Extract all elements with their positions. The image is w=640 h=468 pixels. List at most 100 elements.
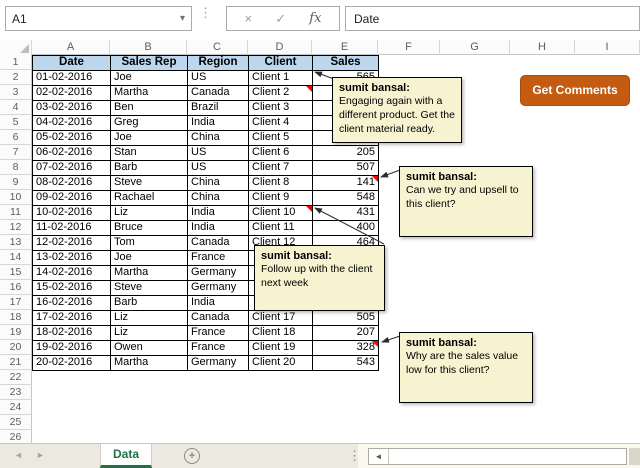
cell-C15[interactable]: Germany [188, 266, 249, 281]
cell-D12[interactable]: Client 11 [249, 221, 313, 236]
cell-D4[interactable]: Client 3 [249, 101, 313, 116]
cell-C3[interactable]: Canada [188, 86, 249, 101]
row-header-22[interactable]: 22 [0, 370, 32, 385]
cell-E21[interactable]: 543 [313, 356, 379, 371]
cell-D9[interactable]: Client 8 [249, 176, 313, 191]
name-box-dropdown-icon[interactable]: ▾ [180, 13, 185, 24]
cell-B19[interactable]: Liz [111, 326, 188, 341]
cell-B21[interactable]: Martha [111, 356, 188, 371]
cell-B3[interactable]: Martha [111, 86, 188, 101]
row-header-7[interactable]: 7 [0, 145, 32, 160]
cell-B14[interactable]: Joe [111, 251, 188, 266]
row-header-25[interactable]: 25 [0, 415, 32, 430]
cell-D2[interactable]: Client 1 [249, 71, 313, 86]
cell-C13[interactable]: Canada [188, 236, 249, 251]
cell-E19[interactable]: 207 [313, 326, 379, 341]
cell-A9[interactable]: 08-02-2016 [33, 176, 111, 191]
cell-A21[interactable]: 20-02-2016 [33, 356, 111, 371]
cell-D19[interactable]: Client 18 [249, 326, 313, 341]
cell-C7[interactable]: US [188, 146, 249, 161]
cell-C14[interactable]: France [188, 251, 249, 266]
cell-A3[interactable]: 02-02-2016 [33, 86, 111, 101]
cell-A12[interactable]: 11-02-2016 [33, 221, 111, 236]
cell-B8[interactable]: Barb [111, 161, 188, 176]
row-header-8[interactable]: 8 [0, 160, 32, 175]
cell-D5[interactable]: Client 4 [249, 116, 313, 131]
cell-D10[interactable]: Client 9 [249, 191, 313, 206]
row-header-20[interactable]: 20 [0, 340, 32, 355]
cell-A7[interactable]: 06-02-2016 [33, 146, 111, 161]
header-cell-sales[interactable]: Sales [313, 56, 379, 71]
insert-function-icon[interactable]: fx [309, 11, 321, 26]
cell-D11[interactable]: Client 10 [249, 206, 313, 221]
cell-D8[interactable]: Client 7 [249, 161, 313, 176]
prev-sheet-icon[interactable]: ◄ [14, 450, 23, 460]
row-header-2[interactable]: 2 [0, 70, 32, 85]
cell-A11[interactable]: 10-02-2016 [33, 206, 111, 221]
cell-E9[interactable]: 141 [313, 176, 379, 191]
cell-B16[interactable]: Steve [111, 281, 188, 296]
cell-D20[interactable]: Client 19 [249, 341, 313, 356]
cell-C12[interactable]: India [188, 221, 249, 236]
row-header-19[interactable]: 19 [0, 325, 32, 340]
select-all-corner[interactable] [0, 40, 32, 55]
column-header-E[interactable]: E [312, 40, 378, 55]
cell-B10[interactable]: Rachael [111, 191, 188, 206]
cell-C20[interactable]: France [188, 341, 249, 356]
add-sheet-icon[interactable]: + [184, 448, 200, 464]
cell-B13[interactable]: Tom [111, 236, 188, 251]
enter-icon[interactable]: ✓ [275, 11, 286, 27]
cell-A10[interactable]: 09-02-2016 [33, 191, 111, 206]
row-header-24[interactable]: 24 [0, 400, 32, 415]
cell-B9[interactable]: Steve [111, 176, 188, 191]
cell-A18[interactable]: 17-02-2016 [33, 311, 111, 326]
column-header-C[interactable]: C [187, 40, 248, 55]
cell-D6[interactable]: Client 5 [249, 131, 313, 146]
cell-A5[interactable]: 04-02-2016 [33, 116, 111, 131]
cell-E8[interactable]: 507 [313, 161, 379, 176]
cell-B20[interactable]: Owen [111, 341, 188, 356]
cell-E11[interactable]: 431 [313, 206, 379, 221]
cell-B4[interactable]: Ben [111, 101, 188, 116]
cell-C21[interactable]: Germany [188, 356, 249, 371]
cell-A15[interactable]: 14-02-2016 [33, 266, 111, 281]
column-header-H[interactable]: H [510, 40, 575, 55]
cell-B5[interactable]: Greg [111, 116, 188, 131]
name-box[interactable]: A1 ▾ [5, 6, 192, 31]
header-cell-region[interactable]: Region [188, 56, 249, 71]
comment-box-3[interactable]: sumit bansal: Follow up with the client n… [254, 245, 385, 311]
row-header-13[interactable]: 13 [0, 235, 32, 250]
row-header-15[interactable]: 15 [0, 265, 32, 280]
cell-D21[interactable]: Client 20 [249, 356, 313, 371]
get-comments-button[interactable]: Get Comments [520, 75, 630, 106]
cell-B15[interactable]: Martha [111, 266, 188, 281]
cell-C11[interactable]: India [188, 206, 249, 221]
row-header-16[interactable]: 16 [0, 280, 32, 295]
cell-C17[interactable]: India [188, 296, 249, 311]
comment-box-2[interactable]: sumit bansal: Can we try and upsell to th… [399, 166, 533, 237]
next-sheet-icon[interactable]: ► [36, 450, 45, 460]
cell-C9[interactable]: China [188, 176, 249, 191]
cell-E12[interactable]: 400 [313, 221, 379, 236]
cell-A20[interactable]: 19-02-2016 [33, 341, 111, 356]
row-header-14[interactable]: 14 [0, 250, 32, 265]
comment-box-1[interactable]: sumit bansal: Engaging again with a diffe… [332, 77, 462, 143]
cell-A14[interactable]: 13-02-2016 [33, 251, 111, 266]
cell-C18[interactable]: Canada [188, 311, 249, 326]
sheet-tab-data[interactable]: Data [100, 444, 152, 468]
cell-E20[interactable]: 328 [313, 341, 379, 356]
horizontal-scrollbar[interactable]: ◄ [368, 448, 627, 465]
cell-B18[interactable]: Liz [111, 311, 188, 326]
comment-box-4[interactable]: sumit bansal: Why are the sales value low… [399, 332, 533, 403]
row-header-11[interactable]: 11 [0, 205, 32, 220]
cell-A17[interactable]: 16-02-2016 [33, 296, 111, 311]
row-header-18[interactable]: 18 [0, 310, 32, 325]
cell-B12[interactable]: Bruce [111, 221, 188, 236]
row-header-6[interactable]: 6 [0, 130, 32, 145]
header-cell-sales-rep[interactable]: Sales Rep [111, 56, 188, 71]
cell-D7[interactable]: Client 6 [249, 146, 313, 161]
column-header-A[interactable]: A [32, 40, 110, 55]
row-header-10[interactable]: 10 [0, 190, 32, 205]
column-header-G[interactable]: G [440, 40, 510, 55]
row-header-9[interactable]: 9 [0, 175, 32, 190]
